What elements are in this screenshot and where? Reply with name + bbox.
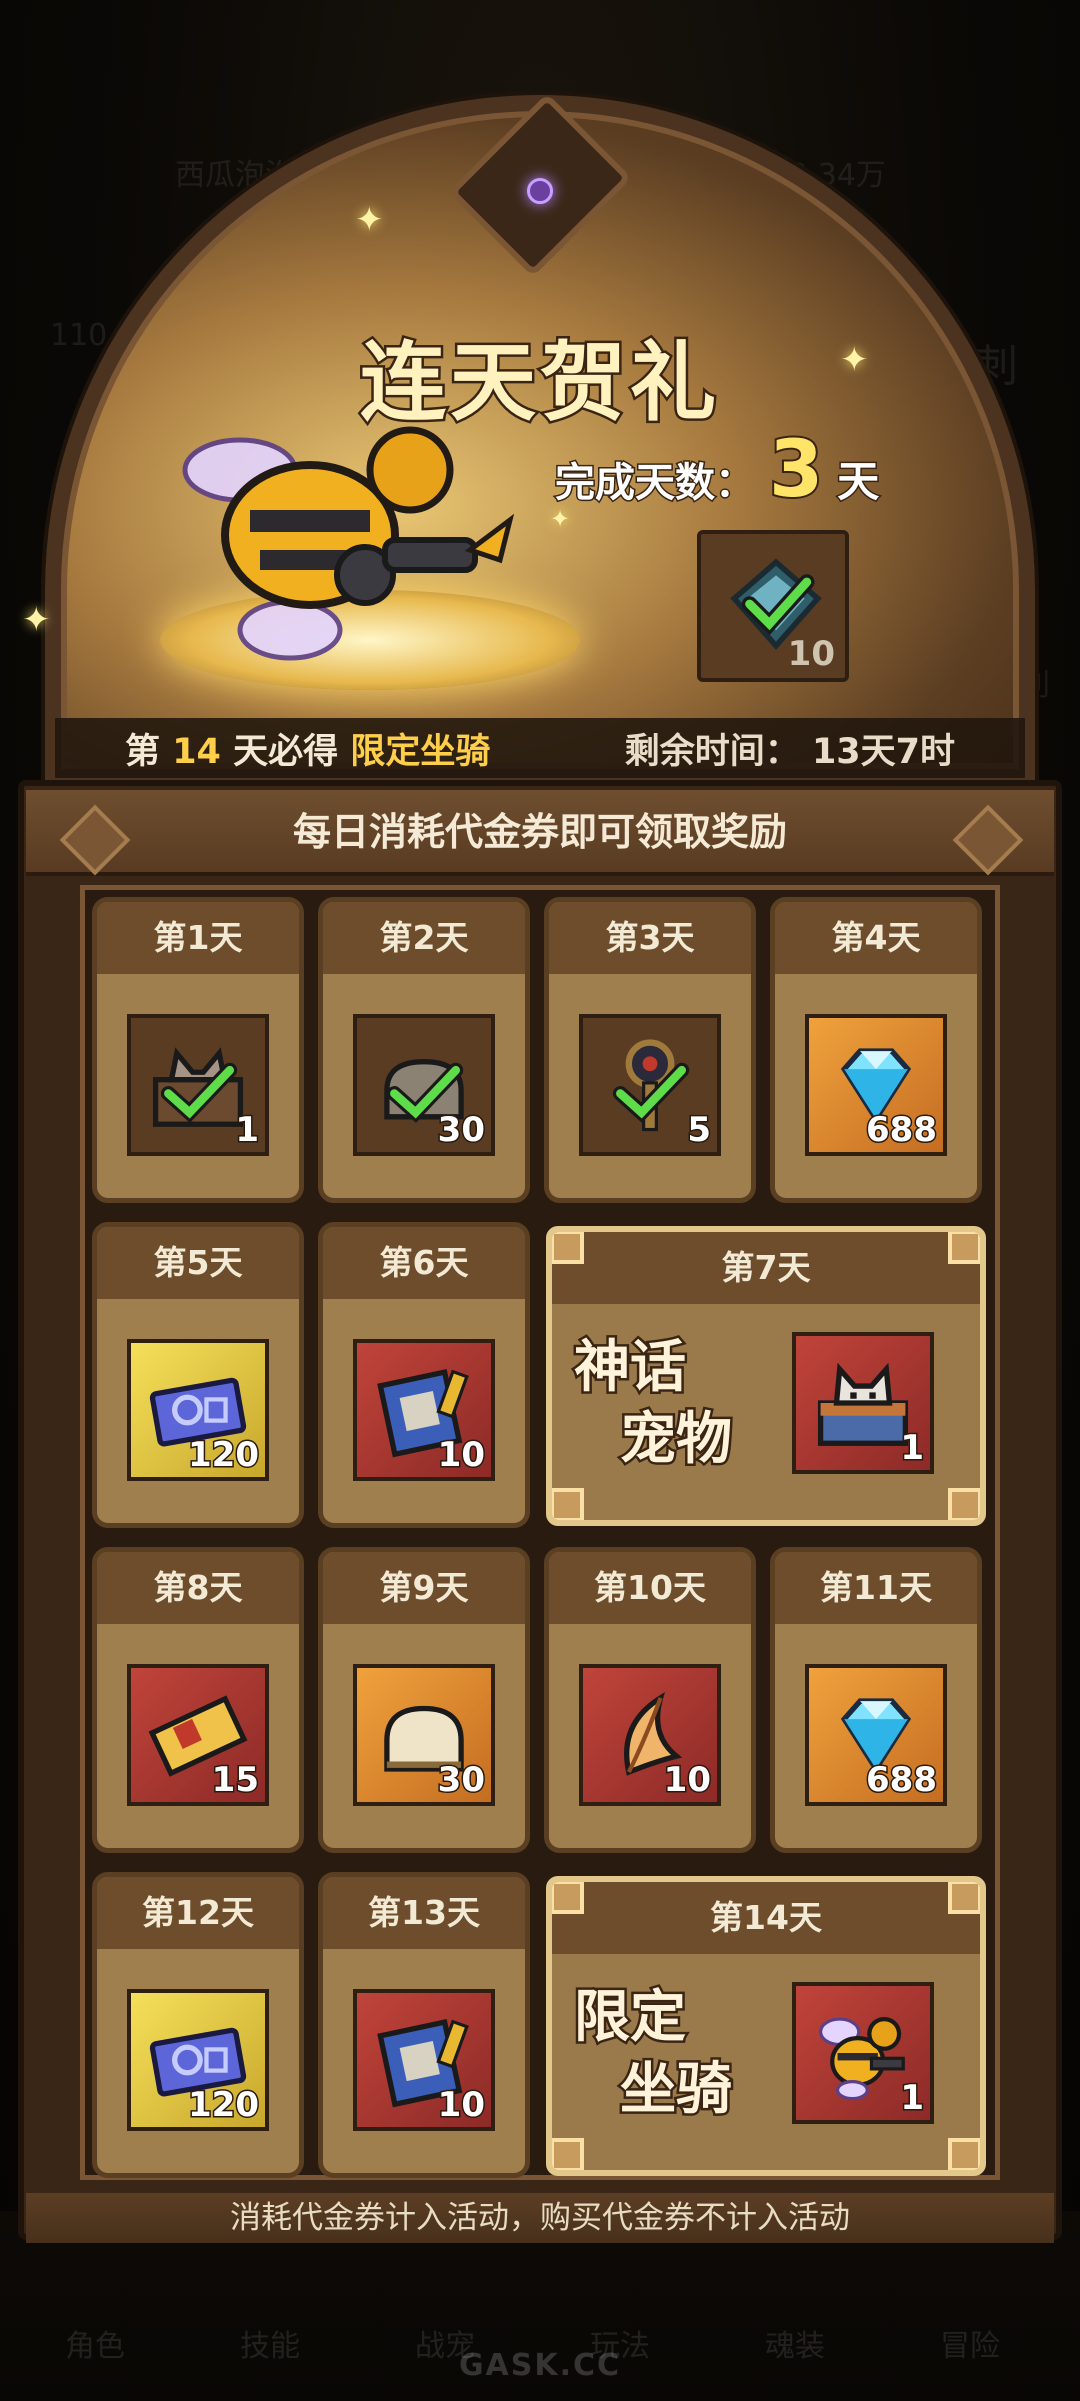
day-label: 第10天 (549, 1552, 751, 1624)
day-label: 第2天 (323, 902, 525, 974)
reward-count: 1 (234, 1109, 261, 1152)
reward-count: 30 (436, 1759, 486, 1802)
completed-days-unit: 天 (836, 456, 881, 508)
sparkle-icon: ✦ (22, 600, 51, 640)
reward-count: 10 (436, 1434, 486, 1477)
guarantee-day: 14 (172, 731, 221, 772)
corner-ornament (948, 1488, 980, 1520)
corner-ornament (552, 1232, 584, 1264)
reward-slot: 120 (127, 1989, 269, 2131)
panel-footer-note: 消耗代金券计入活动，购买代金券不计入活动 (26, 2193, 1054, 2243)
reward-slot: 1 (792, 1332, 934, 1474)
corner-ornament (552, 1488, 584, 1520)
corner-ornament (948, 2138, 980, 2170)
reward-slot: 5 (579, 1014, 721, 1156)
guarantee-strip: 第 14 天必得 限定坐骑 剩余时间： 13天7时 (55, 718, 1025, 778)
reward-count: 5 (686, 1109, 713, 1152)
day-label: 第11天 (775, 1552, 977, 1624)
reward-count: 120 (187, 1434, 261, 1477)
remaining-time-value: 13天7时 (811, 731, 955, 772)
reward-slot: 30 (353, 1664, 495, 1806)
reward-slot: 120 (127, 1339, 269, 1481)
reward-count: 688 (865, 1109, 939, 1152)
day-card-5[interactable]: 第5天 120 (92, 1222, 304, 1528)
featured-label-line-2: 坐骑 (618, 2055, 735, 2125)
featured-label-line-1: 神话 (572, 1333, 689, 1403)
day-card-8[interactable]: 第8天 15 (92, 1547, 304, 1853)
guarantee-text: 第 14 天必得 限定坐骑 (125, 723, 625, 774)
reward-count: 10 (662, 1759, 712, 1802)
corner-ornament (552, 1882, 584, 1914)
corner-ornament (948, 1232, 980, 1264)
day-card-12[interactable]: 第12天 120 (92, 1872, 304, 2178)
day-label: 第3天 (549, 902, 751, 974)
day-card-9[interactable]: 第9天 30 (318, 1547, 530, 1853)
day-card-6[interactable]: 第6天 10 (318, 1222, 530, 1528)
featured-label: 限定 坐骑 (572, 1982, 735, 2126)
featured-label-line-1: 限定 (572, 1983, 689, 2053)
day-card-2[interactable]: 第2天 30 (318, 897, 530, 1203)
reward-slot: 30 (353, 1014, 495, 1156)
day-card-13[interactable]: 第13天 10 (318, 1872, 530, 2178)
reward-count: 1 (899, 2077, 926, 2120)
reward-count: 30 (436, 1109, 486, 1152)
day-label: 第5天 (97, 1227, 299, 1299)
day-card-4[interactable]: 第4天 688 (770, 897, 982, 1203)
day-card-10[interactable]: 第10天 10 (544, 1547, 756, 1853)
reward-slot: 10 (353, 1339, 495, 1481)
reward-count: 10 (436, 2084, 486, 2127)
watermark: GASK.CC (458, 2348, 622, 2383)
day-label: 第1天 (97, 902, 299, 974)
remaining-time-label: 剩余时间： (624, 731, 800, 772)
bee-mount-icon (182, 426, 515, 661)
reward-slot: 688 (805, 1014, 947, 1156)
reward-slot: 1 (127, 1014, 269, 1156)
reward-count: 1 (899, 1427, 926, 1470)
day-label: 第8天 (97, 1552, 299, 1624)
remaining-time: 剩余时间： 13天7时 (625, 723, 955, 774)
day-label: 第6天 (323, 1227, 525, 1299)
corner-ornament (552, 2138, 584, 2170)
reward-slot: 1 (792, 1982, 934, 2124)
day-label: 第7天 (552, 1232, 980, 1304)
reward-count: 15 (210, 1759, 260, 1802)
guarantee-middle: 天必得 (233, 731, 339, 772)
reward-count: 120 (187, 2084, 261, 2127)
featured-label: 神话 宠物 (572, 1332, 735, 1476)
completed-days-value: 3 (767, 423, 825, 517)
hero-reward-item[interactable]: 10 (697, 530, 849, 682)
sparkle-icon: ✦ (355, 200, 384, 240)
panel-header: 每日消耗代金券即可领取奖励 (26, 790, 1054, 876)
day-label: 第14天 (552, 1882, 980, 1954)
day-label: 第4天 (775, 902, 977, 974)
guarantee-reward-name: 限定坐骑 (350, 731, 491, 772)
reward-count: 688 (865, 1759, 939, 1802)
day-label: 第13天 (323, 1877, 525, 1949)
day-card-7-featured[interactable]: 第7天 神话 宠物 1 (546, 1226, 986, 1526)
completed-days: 完成天数： 3 天 (554, 423, 881, 517)
day-card-11[interactable]: 第11天 688 (770, 1547, 982, 1853)
guarantee-prefix: 第 (125, 731, 161, 772)
event-title: 连天贺礼 (358, 331, 720, 436)
reward-slot: 10 (353, 1989, 495, 2131)
day-card-14-featured[interactable]: 第14天 限定 坐骑 1 (546, 1876, 986, 2176)
arch-gem-icon (527, 178, 553, 204)
day-card-1[interactable]: 第1天 1 (92, 897, 304, 1203)
featured-label-line-2: 宠物 (618, 1405, 735, 1475)
reward-slot: 15 (127, 1664, 269, 1806)
completed-days-label: 完成天数： (554, 459, 757, 508)
corner-ornament (948, 1882, 980, 1914)
reward-slot: 10 (579, 1664, 721, 1806)
day-label: 第9天 (323, 1552, 525, 1624)
hero-reward-count: 10 (787, 634, 835, 674)
reward-slot: 688 (805, 1664, 947, 1806)
day-label: 第12天 (97, 1877, 299, 1949)
day-card-3[interactable]: 第3天 5 (544, 897, 756, 1203)
